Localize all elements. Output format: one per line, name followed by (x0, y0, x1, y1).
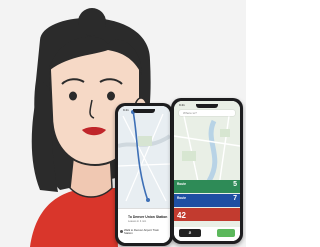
route-label: Route (177, 182, 187, 186)
stage: 9:41 To Denver Union Station Leaves in 4… (0, 0, 246, 247)
phone-right: 9:41 Where to? Route 5 Route 7 42 Ƨ (171, 98, 243, 244)
route-value: 5 (233, 181, 237, 188)
route-label: Route (177, 196, 187, 200)
route-value: 42 (177, 211, 186, 220)
route-card[interactable]: Route 5 (174, 180, 240, 193)
route-cards: Route 5 Route 7 42 (174, 180, 240, 222)
map-left[interactable] (118, 106, 170, 209)
search-input[interactable]: Where to? (179, 110, 235, 116)
route-value: 7 (233, 195, 237, 202)
shirt (30, 188, 119, 247)
bottom-right-button[interactable] (217, 229, 235, 237)
bottom-left-button[interactable]: Ƨ (179, 229, 201, 237)
status-time: 9:41 (123, 108, 129, 112)
phone-right-screen: 9:41 Where to? Route 5 Route 7 42 Ƨ (174, 101, 240, 241)
eye-left (69, 91, 77, 101)
status-time: 9:41 (179, 103, 185, 107)
phone-left-screen: 9:41 To Denver Union Station Leaves in 4… (118, 106, 170, 243)
route-card[interactable]: Route 7 (174, 194, 240, 207)
phone-left: 9:41 To Denver Union Station Leaves in 4… (115, 103, 173, 246)
phone-left-notch (133, 109, 155, 113)
walk-instruction: Walk to Denver Airport Train Station (124, 228, 159, 236)
trip-panel[interactable]: To Denver Union Station Leaves in 4 min … (118, 208, 170, 243)
phone-right-notch (196, 104, 218, 108)
bottom-bar: Ƨ (174, 227, 240, 241)
hair-bun (78, 8, 106, 36)
walk-icon (120, 230, 123, 233)
route-card[interactable]: 42 (174, 208, 240, 221)
eye-right (107, 91, 115, 101)
trip-destination: To Denver Union Station (128, 215, 168, 219)
trip-subtitle: Leaves in 4 min (128, 220, 147, 223)
